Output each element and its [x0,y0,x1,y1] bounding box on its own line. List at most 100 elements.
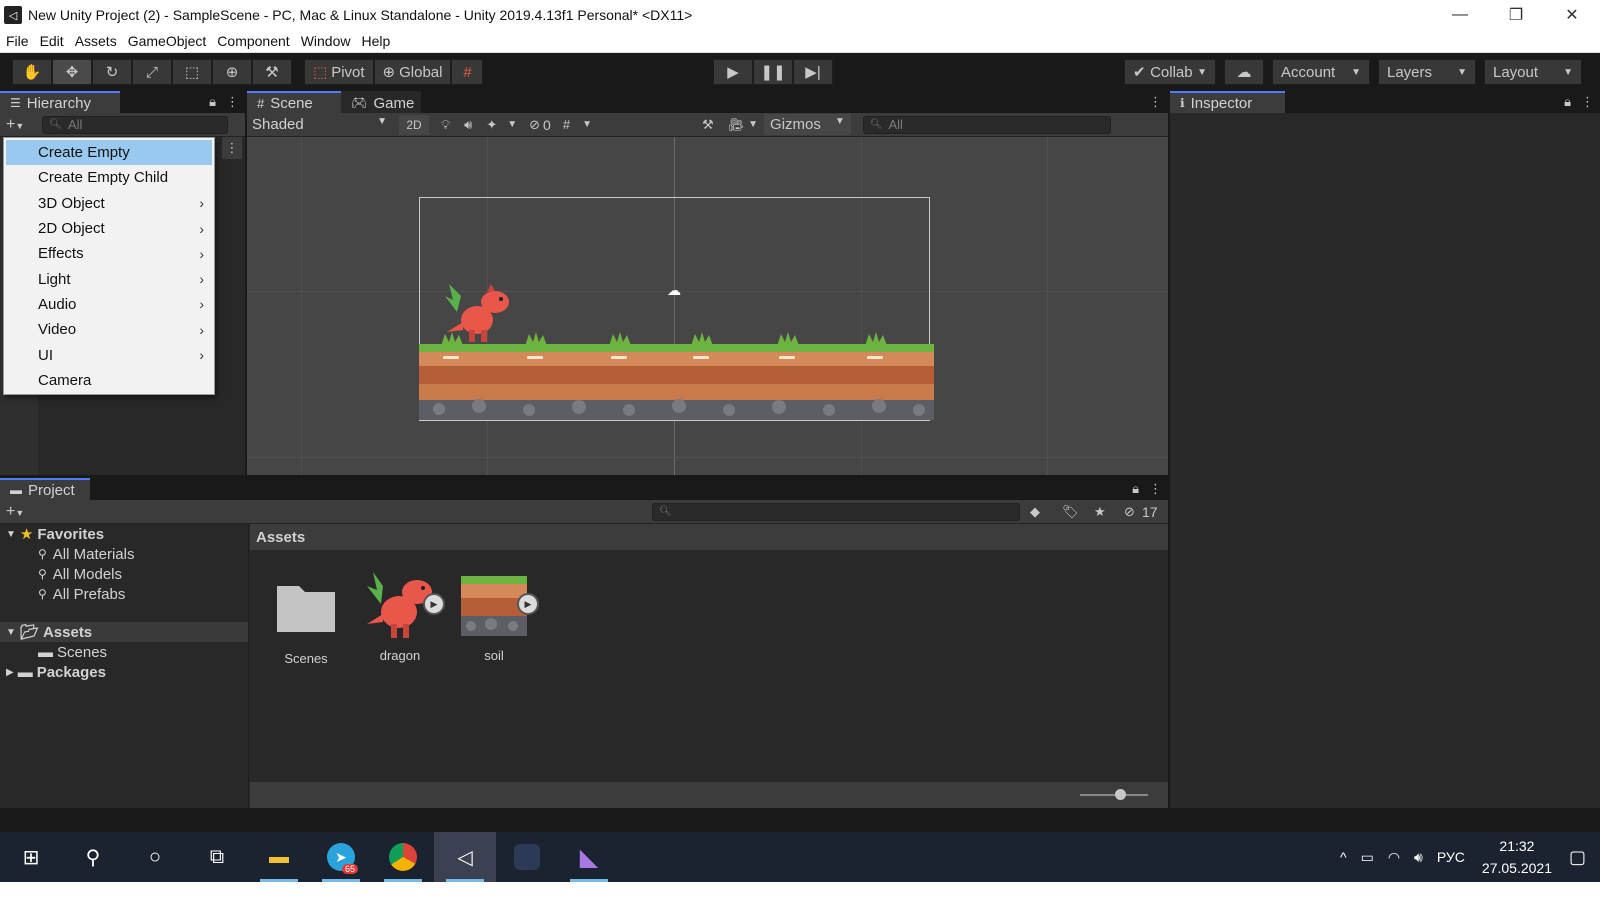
camera-icon[interactable]: 🎥︎ [728,117,745,133]
shading-mode-dropdown[interactable]: Shaded ▼ [247,116,393,133]
audio-icon[interactable]: 🔊︎ [464,117,472,133]
grid-toggle-icon[interactable]: # [563,117,570,132]
favorite-star-icon[interactable]: ★ [1094,504,1106,520]
camera-gizmo-icon[interactable]: ☁ [667,282,681,299]
menu-gameobject[interactable]: GameObject [123,33,212,49]
mode-2d-toggle[interactable]: 2D [399,114,429,135]
volume-icon[interactable]: 🔊︎ [1414,849,1423,866]
menu-help[interactable]: Help [356,33,395,49]
visual-studio-icon[interactable]: ◣ [558,832,620,882]
cloud-button[interactable]: ☁ [1224,59,1264,85]
tree-item-packages[interactable]: ▶ ▬ Packages [0,662,248,682]
unity-taskbar-icon[interactable]: ◁ [434,832,496,882]
menu-item-video[interactable]: Video › [4,317,214,342]
menu-item-audio[interactable]: Audio › [4,292,214,317]
windows-start-icon[interactable]: ⊞ [0,832,62,882]
layers-dropdown[interactable]: Layers ▼ [1378,59,1476,85]
dragon-sprite[interactable] [443,282,515,344]
tab-scene[interactable]: # Scene [247,91,341,113]
play-button[interactable]: ▶ [713,59,753,85]
effects-icon[interactable]: ✦ [486,117,497,133]
account-dropdown[interactable]: Account ▼ [1272,59,1370,85]
zoom-slider-handle[interactable] [1115,789,1126,800]
play-icon[interactable]: ▶ [423,593,445,615]
menu-item-3d-object[interactable]: 3D Object › [4,191,214,216]
grid-snap-button[interactable]: # [451,59,484,85]
tree-item-all-prefabs[interactable]: ⚲ All Prefabs [0,584,248,604]
scene-search-input[interactable]: 🔍︎ All [862,115,1111,134]
lock-icon[interactable]: 🔒︎ [209,94,216,110]
menu-item-effects[interactable]: Effects › [4,241,214,266]
language-indicator[interactable]: РУС [1437,849,1465,865]
chevron-up-icon[interactable]: ^ [1340,849,1347,865]
menu-item-create-empty[interactable]: Create Empty [6,140,212,166]
transform-tool-icon[interactable]: ⊕ [212,59,252,85]
clock[interactable]: 21:32 27.05.2021 [1482,835,1552,879]
notifications-icon[interactable]: ▢ [1569,847,1586,868]
lock-icon[interactable]: 🔒︎ [1564,94,1571,110]
battery-icon[interactable]: ▭ [1361,849,1374,866]
project-search-input[interactable]: 🔍︎ [652,502,1020,521]
minimize-button[interactable]: — [1432,0,1488,30]
rect-tool-icon[interactable]: ⬚ [172,59,212,85]
filter-by-label-icon[interactable]: 🏷︎ [1062,504,1079,520]
hierarchy-more-icon[interactable]: ⋮ [222,137,242,159]
tab-game[interactable]: 🎮︎ Game [341,91,421,113]
rotate-tool-icon[interactable]: ↻ [92,59,132,85]
menu-item-2d-object[interactable]: 2D Object › [4,216,214,241]
more-icon[interactable]: ⋮ [226,94,239,110]
telegram-icon[interactable]: ➤ 65 [310,832,372,882]
add-button[interactable]: +▼ [0,116,30,134]
hidden-objects-icon[interactable]: ⊘ [529,117,540,133]
collab-dropdown[interactable]: ✔ Collab ▼ [1124,59,1216,85]
task-view-icon[interactable]: ⧉ [186,832,248,882]
tools-icon[interactable]: ⚒ [702,117,714,133]
custom-tool-icon[interactable]: ⚒ [252,59,292,85]
hierarchy-search-input[interactable]: 🔍︎ All [42,115,229,134]
menu-item-ui[interactable]: UI › [4,342,214,367]
filter-by-type-icon[interactable]: ◆ [1030,504,1040,520]
zoom-slider-track[interactable] [1080,794,1148,796]
more-icon[interactable]: ⋮ [1581,94,1594,110]
menu-window[interactable]: Window [296,33,356,49]
expand-arrow-icon[interactable]: ▼ [6,627,16,638]
tab-hierarchy[interactable]: ☰ Hierarchy [0,91,120,113]
menu-assets[interactable]: Assets [70,33,122,49]
file-explorer-icon[interactable]: ▬ [248,832,310,882]
layout-dropdown[interactable]: Layout ▼ [1484,59,1582,85]
soil-sprite[interactable] [419,344,934,420]
search-icon[interactable]: ⚲ [62,832,124,882]
gizmos-dropdown[interactable]: Gizmos ▼ [764,114,851,135]
play-icon[interactable]: ▶ [517,593,539,615]
scale-tool-icon[interactable]: ⤢ [132,59,172,85]
pause-button[interactable]: ❚❚ [753,59,793,85]
collapse-arrow-icon[interactable]: ▶ [6,667,14,678]
tab-project[interactable]: ▬ Project [0,478,90,500]
menu-item-light[interactable]: Light › [4,266,214,291]
chrome-icon[interactable] [372,832,434,882]
tree-item-favorites[interactable]: ▼ ★ Favorites [0,524,248,544]
wifi-icon[interactable]: ◠ [1388,849,1400,866]
tab-inspector[interactable]: ℹ Inspector [1170,91,1285,113]
asset-dragon[interactable]: ▶ dragon [360,568,445,663]
menu-edit[interactable]: Edit [35,33,69,49]
chevron-down-icon[interactable]: ▼ [582,119,592,130]
step-button[interactable]: ▶| [793,59,833,85]
tree-item-all-models[interactable]: ⚲ All Models [0,564,248,584]
menu-item-camera[interactable]: Camera [4,368,214,393]
asset-scenes-folder[interactable]: Scenes [266,568,346,666]
menu-file[interactable]: File [1,33,34,49]
tree-item-assets[interactable]: ▼ 📂︎ Assets [0,622,248,642]
menu-item-create-empty-child[interactable]: Create Empty Child [4,165,214,190]
davinci-icon[interactable] [496,832,558,882]
hand-tool-icon[interactable]: ✋ [12,59,52,85]
hidden-packages-icon[interactable]: ⊘ [1124,504,1135,520]
maximize-button[interactable]: ❐ [1488,0,1544,30]
more-icon[interactable]: ⋮ [1149,94,1162,110]
asset-soil[interactable]: ▶ soil [454,568,539,663]
add-asset-button[interactable]: +▼ [0,503,30,521]
tree-item-all-materials[interactable]: ⚲ All Materials [0,544,248,564]
chevron-down-icon[interactable]: ▼ [748,119,758,130]
pivot-button[interactable]: ⬚ Pivot [304,59,374,85]
lighting-icon[interactable]: 💡︎ [441,117,450,133]
